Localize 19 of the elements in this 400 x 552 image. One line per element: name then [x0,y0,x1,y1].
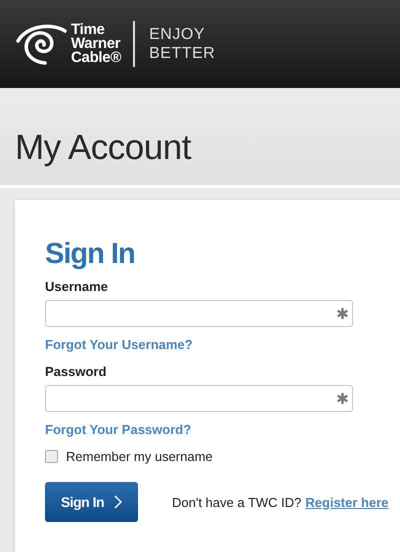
field-label: Password [45,364,108,379]
register-prompt: Don't have a TWC ID? [172,494,302,510]
brand-text: Warner [71,37,120,51]
sign-in-button[interactable]: Sign In [45,482,138,522]
forgot-link[interactable]: Forgot Your Password? [45,422,192,437]
tagline-text: ENJOY [149,25,206,44]
register-link[interactable]: Register here [305,494,388,510]
checkbox[interactable] [45,450,58,463]
forgot-link[interactable]: Forgot Your Username? [45,337,193,352]
chevron-icon [114,495,122,509]
tagline-text: BETTER [149,44,216,63]
input-field[interactable] [45,385,353,412]
field-label: Username [45,279,109,294]
checkbox-label: Remember my username [66,449,213,464]
brand-text: Time [71,23,105,37]
page-title: My Account [15,126,191,168]
sign-in-heading: Sign In [45,238,136,271]
brand-text: Cable® [71,51,122,65]
input-field[interactable] [45,300,353,327]
